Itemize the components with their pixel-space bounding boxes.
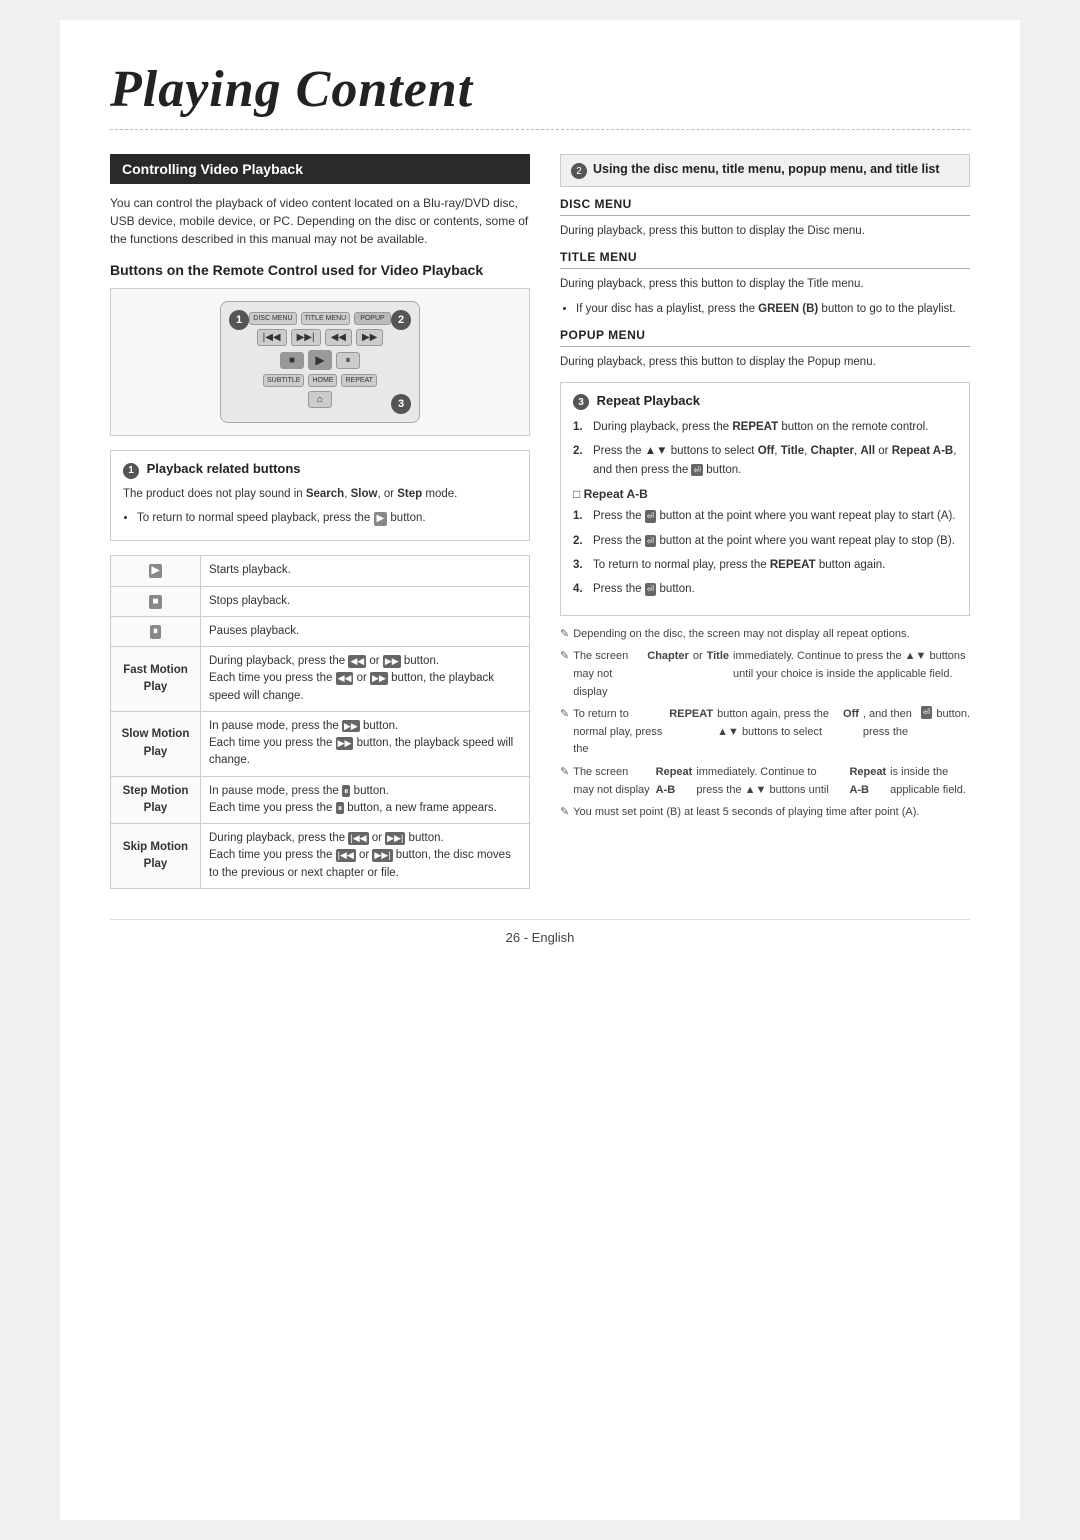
remote-home-btn: HOME: [308, 374, 337, 387]
playback-info-box: 1 Playback related buttons The product d…: [110, 450, 530, 541]
circle-label-1: 1: [229, 310, 249, 330]
page-container: Playing Content Controlling Video Playba…: [60, 20, 1020, 1520]
playback-box-title: 1 Playback related buttons: [123, 461, 517, 479]
table-row-pause: ⏸ Pauses playback.: [111, 616, 530, 646]
repeat-step-1: 1. During playback, press the REPEAT but…: [573, 418, 957, 436]
table-row-fast-motion: Fast Motion Play During playback, press …: [111, 647, 530, 712]
play-icon-inline: ▶: [374, 512, 388, 526]
note-5: You must set point (B) at least 5 second…: [560, 804, 970, 822]
table-cell-pause-icon: ⏸: [111, 616, 201, 646]
playback-box-content: The product does not play sound in Searc…: [123, 485, 517, 528]
note-2: The screen may not display Chapter or Ti…: [560, 648, 970, 701]
playback-bullet1: To return to normal speed playback, pres…: [137, 509, 517, 527]
notes-list: Depending on the disc, the screen may no…: [560, 626, 970, 822]
note-3: To return to normal play, press the REPE…: [560, 706, 970, 759]
circle-label-2: 2: [391, 310, 411, 330]
remote-repeat-btn: REPEAT: [341, 374, 377, 387]
disc-menu-content: During playback, press this button to di…: [560, 222, 970, 240]
note-4: The screen may not display Repeat A-B im…: [560, 764, 970, 799]
remote-diagram: 1 2 3 DISC MENU TITLE MENU POPUP |◀◀ ▶▶|…: [110, 288, 530, 436]
repeat-ab-steps-list: 1. Press the ⏎ button at the point where…: [573, 507, 957, 599]
remote-title-menu-btn: TITLE MENU: [301, 312, 351, 325]
remote-disc-menu-btn: DISC MENU: [249, 312, 296, 325]
section-header-controlling: Controlling Video Playback: [110, 154, 530, 184]
repeat-box-title: 3 Repeat Playback: [573, 393, 957, 411]
remote-popup-btn: POPUP: [354, 312, 391, 325]
left-column: Controlling Video Playback You can contr…: [110, 154, 530, 889]
table-cell-pause-desc: Pauses playback.: [201, 616, 530, 646]
note-1: Depending on the disc, the screen may no…: [560, 626, 970, 644]
remote-skip-back-btn: |◀◀: [257, 329, 287, 346]
right-column: 2 Using the disc menu, title menu, popup…: [560, 154, 970, 889]
circle-2: 2: [571, 163, 587, 179]
table-row-slow-motion: Slow Motion Play In pause mode, press th…: [111, 711, 530, 776]
repeat-ab-step-3: 3. To return to normal play, press the R…: [573, 556, 957, 574]
remote-row-top: DISC MENU TITLE MENU POPUP: [235, 312, 405, 325]
title-menu-bullet: If your disc has a playlist, press the G…: [576, 300, 970, 318]
remote-row-play: ■ ▶ ⏸: [235, 350, 405, 370]
repeat-playback-box: 3 Repeat Playback 1. During playback, pr…: [560, 382, 970, 616]
page-footer: 26 - English: [110, 919, 970, 945]
table-cell-fast-desc: During playback, press the ◀◀ or ▶▶ butt…: [201, 647, 530, 712]
table-row-step-motion: Step Motion Play In pause mode, press th…: [111, 776, 530, 824]
circle-3: 3: [573, 394, 589, 410]
table-cell-step-label: Step Motion Play: [111, 776, 201, 824]
title-menu-header: TITLE MENU: [560, 250, 970, 269]
circle-label-3: 3: [391, 394, 411, 414]
remote-image: 1 2 3 DISC MENU TITLE MENU POPUP |◀◀ ▶▶|…: [220, 301, 420, 423]
disc-menu-header: DISC MENU: [560, 197, 970, 216]
page-title: Playing Content: [110, 60, 970, 130]
table-cell-step-desc: In pause mode, press the ⏸ button. Each …: [201, 776, 530, 824]
remote-row-home-icon: ⌂: [235, 391, 405, 408]
repeat-ab-step-2: 2. Press the ⏎ button at the point where…: [573, 532, 957, 550]
table-cell-slow-desc: In pause mode, press the ▶▶ button. Each…: [201, 711, 530, 776]
remote-home-icon-btn: ⌂: [308, 391, 332, 408]
table-cell-slow-label: Slow Motion Play: [111, 711, 201, 776]
title-menu-text: During playback, press this button to di…: [560, 275, 970, 293]
repeat-step-2: 2. Press the ▲▼ buttons to select Off, T…: [573, 442, 957, 479]
popup-menu-content: During playback, press this button to di…: [560, 353, 970, 371]
disc-menu-text: During playback, press this button to di…: [560, 222, 970, 240]
table-cell-skip-label: Skip Motion Play: [111, 824, 201, 889]
table-row-skip-motion: Skip Motion Play During playback, press …: [111, 824, 530, 889]
repeat-ab-title: Repeat A-B: [573, 487, 957, 501]
remote-pause-btn: ⏸: [336, 352, 360, 369]
remote-row-bottom: SUBTITLE HOME REPEAT: [235, 374, 405, 387]
section2-header-text: Using the disc menu, title menu, popup m…: [593, 162, 940, 176]
remote-skip-fwd-btn: ▶▶|: [291, 329, 321, 346]
table-cell-stop-icon: ■: [111, 586, 201, 616]
table-cell-play-desc: Starts playback.: [201, 556, 530, 586]
main-layout: Controlling Video Playback You can contr…: [110, 154, 970, 889]
table-cell-play-icon: ▶: [111, 556, 201, 586]
subsection-title: Buttons on the Remote Control used for V…: [110, 262, 530, 278]
table-cell-fast-label: Fast Motion Play: [111, 647, 201, 712]
repeat-ab-step-1: 1. Press the ⏎ button at the point where…: [573, 507, 957, 525]
repeat-ab-step-4: 4. Press the ⏎ button.: [573, 580, 957, 598]
remote-ff-btn: ▶▶: [356, 329, 383, 346]
remote-subtitle-btn: SUBTITLE: [263, 374, 304, 387]
circle-1: 1: [123, 463, 139, 479]
table-cell-stop-desc: Stops playback.: [201, 586, 530, 616]
remote-row-nav: |◀◀ ▶▶| ◀◀ ▶▶: [235, 329, 405, 346]
repeat-steps-list: 1. During playback, press the REPEAT but…: [573, 418, 957, 479]
section2-header-box: 2 Using the disc menu, title menu, popup…: [560, 154, 970, 187]
table-row-stop: ■ Stops playback.: [111, 586, 530, 616]
remote-rew-btn: ◀◀: [325, 329, 352, 346]
remote-stop-btn: ■: [280, 352, 304, 369]
playback-text1: The product does not play sound in Searc…: [123, 485, 517, 503]
table-row-play: ▶ Starts playback.: [111, 556, 530, 586]
remote-play-btn: ▶: [308, 350, 332, 370]
table-cell-skip-desc: During playback, press the |◀◀ or ▶▶| bu…: [201, 824, 530, 889]
intro-text: You can control the playback of video co…: [110, 194, 530, 248]
popup-menu-text: During playback, press this button to di…: [560, 353, 970, 371]
title-menu-content: During playback, press this button to di…: [560, 275, 970, 318]
popup-menu-header: POPUP MENU: [560, 328, 970, 347]
playback-table: ▶ Starts playback. ■ Stops playback. ⏸ P…: [110, 555, 530, 889]
